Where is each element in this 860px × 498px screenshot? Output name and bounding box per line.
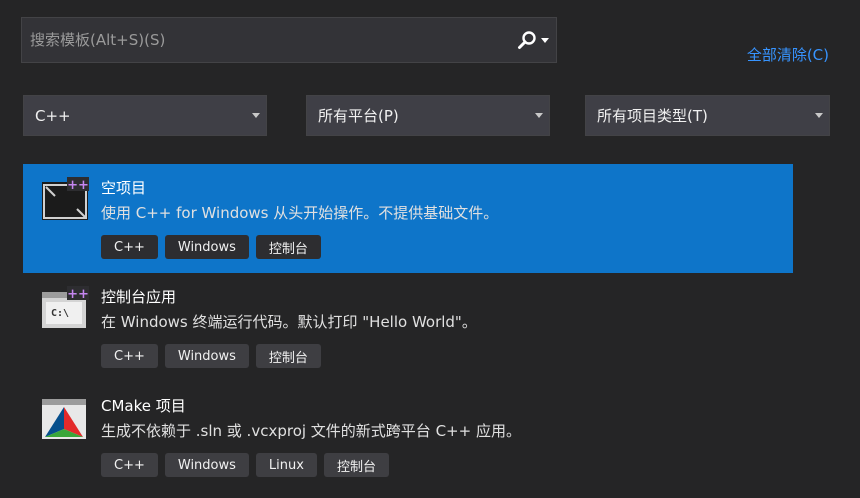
tag-console: 控制台: [323, 453, 389, 477]
template-description: 使用 C++ for Windows 从头开始操作。不提供基础文件。: [101, 204, 499, 222]
chevron-down-icon: [815, 113, 823, 118]
tag-console: 控制台: [255, 344, 321, 368]
search-input[interactable]: [22, 18, 510, 62]
tag-windows: Windows: [164, 453, 249, 477]
chevron-down-icon: [541, 37, 549, 43]
platform-filter-label: 所有平台(P): [318, 107, 399, 125]
language-filter-label: C++: [35, 106, 71, 125]
svg-text:++: ++: [67, 287, 89, 302]
search-box[interactable]: [21, 17, 557, 63]
chevron-down-icon: [535, 113, 543, 118]
platform-filter[interactable]: 所有平台(P): [306, 95, 550, 136]
clear-all-link[interactable]: 全部清除(C): [747, 44, 829, 65]
tag-linux: Linux: [255, 453, 317, 477]
template-title: 控制台应用: [101, 288, 177, 306]
tag-cpp: C++: [101, 235, 158, 259]
chevron-down-icon: [252, 113, 260, 118]
search-icon: [518, 31, 536, 49]
tag-console: 控制台: [255, 235, 321, 259]
template-tags: C++ Windows 控制台: [101, 344, 321, 368]
svg-text:++: ++: [67, 178, 89, 193]
template-title: 空项目: [101, 179, 147, 197]
console-app-icon: C:\ ++: [42, 286, 89, 328]
project-type-filter[interactable]: 所有项目类型(T): [585, 95, 830, 136]
cmake-icon: [42, 399, 86, 439]
empty-project-icon: ++: [42, 177, 89, 220]
template-item-empty-project[interactable]: ++ 空项目 使用 C++ for Windows 从头开始操作。不提供基础文件…: [23, 164, 793, 273]
tag-windows: Windows: [164, 235, 249, 259]
template-tags: C++ Windows Linux 控制台: [101, 453, 389, 477]
tag-windows: Windows: [164, 344, 249, 368]
language-filter[interactable]: C++: [23, 95, 267, 136]
template-description: 生成不依赖于 .sln 或 .vcxproj 文件的新式跨平台 C++ 应用。: [101, 422, 521, 440]
template-item-cmake-project[interactable]: CMake 项目 生成不依赖于 .sln 或 .vcxproj 文件的新式跨平台…: [23, 382, 793, 491]
project-type-filter-label: 所有项目类型(T): [597, 107, 708, 125]
tag-cpp: C++: [101, 344, 158, 368]
template-title: CMake 项目: [101, 397, 186, 415]
template-tags: C++ Windows 控制台: [101, 235, 321, 259]
template-description: 在 Windows 终端运行代码。默认打印 "Hello World"。: [101, 313, 477, 331]
tag-cpp: C++: [101, 453, 158, 477]
template-item-console-app[interactable]: C:\ ++ 控制台应用 在 Windows 终端运行代码。默认打印 "Hell…: [23, 273, 793, 382]
search-button[interactable]: [510, 18, 556, 62]
svg-text:C:\: C:\: [51, 308, 69, 319]
